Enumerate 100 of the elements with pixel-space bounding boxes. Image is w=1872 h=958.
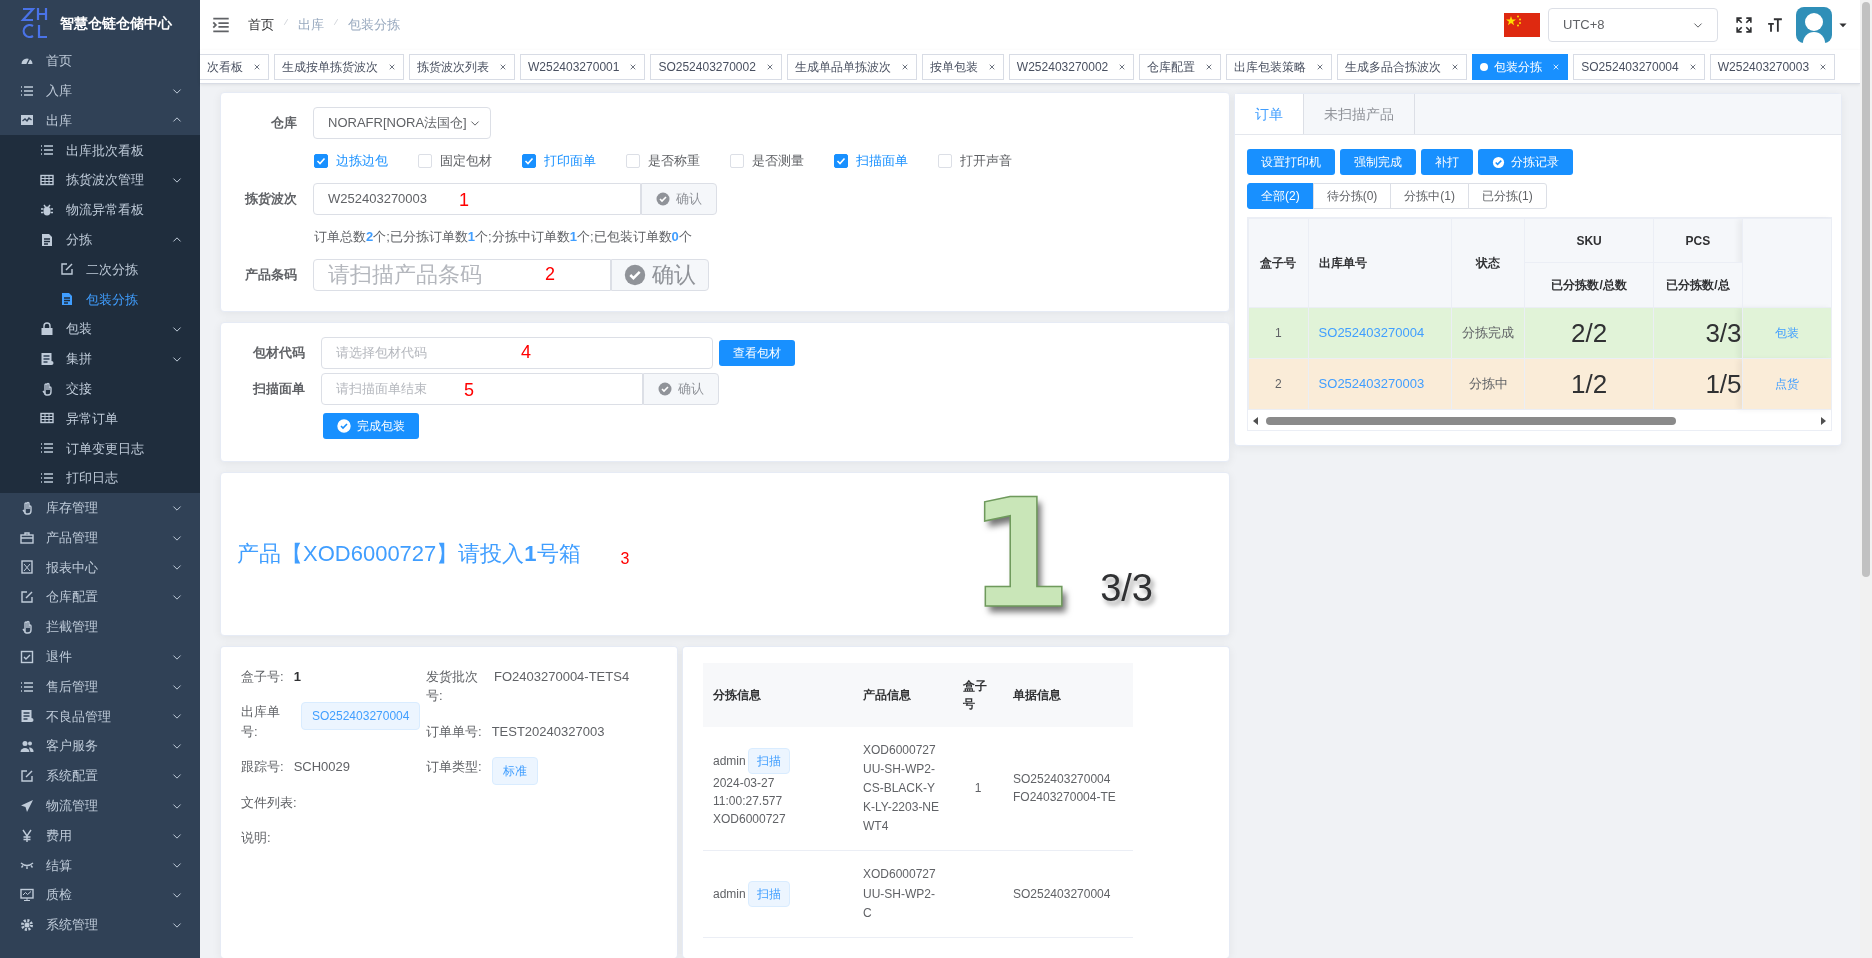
filter-tab[interactable]: 分拣中(1) bbox=[1390, 183, 1469, 209]
font-size-icon[interactable] bbox=[1766, 17, 1784, 33]
menu-item[interactable]: 仓库配置 bbox=[0, 582, 200, 613]
menu-item[interactable]: 不良品管理 bbox=[0, 701, 200, 732]
menu-item[interactable]: 包装分拣 bbox=[0, 284, 200, 315]
menu-item[interactable]: 出库批次看板 bbox=[0, 135, 200, 166]
list-icon bbox=[40, 143, 54, 158]
close-icon[interactable] bbox=[629, 62, 638, 71]
menu-item[interactable]: 费用 bbox=[0, 820, 200, 851]
product-code: XOD6000727 bbox=[863, 741, 937, 759]
logo-icon bbox=[20, 6, 50, 40]
document-icon bbox=[40, 232, 54, 247]
info-label: 说明: bbox=[241, 829, 271, 847]
timezone-select[interactable]: UTC+8 bbox=[1548, 8, 1718, 42]
menu-item[interactable]: 拦截管理 bbox=[0, 612, 200, 642]
checkbox[interactable] bbox=[522, 154, 536, 168]
close-icon[interactable] bbox=[1819, 62, 1828, 71]
fullscreen-icon[interactable] bbox=[1736, 17, 1752, 33]
close-icon[interactable] bbox=[1118, 62, 1127, 71]
chevron-icon bbox=[172, 711, 182, 722]
checkbox-label[interactable]: 是否测量 bbox=[752, 151, 804, 171]
menu-item[interactable]: 质检 bbox=[0, 880, 200, 911]
breadcrumb-item[interactable]: 首页 bbox=[248, 15, 274, 35]
close-icon[interactable] bbox=[253, 62, 261, 71]
tab[interactable]: SO252403270004 bbox=[1573, 53, 1705, 80]
close-icon[interactable] bbox=[499, 62, 507, 71]
info-value: SCH0029 bbox=[293, 758, 350, 776]
menu-item[interactable]: 产品管理 bbox=[0, 522, 200, 553]
tab[interactable]: 出库包装策略 bbox=[1226, 53, 1333, 80]
document-number: SO252403270004 bbox=[1013, 771, 1112, 789]
menu-item[interactable]: 客户服务 bbox=[0, 731, 200, 762]
menu-item[interactable]: 报表中心 bbox=[0, 552, 200, 583]
filter-tab[interactable]: 已分拣(1) bbox=[1468, 183, 1547, 209]
menu-item[interactable]: 分拣 bbox=[0, 224, 200, 255]
action-tag: 扫描 bbox=[747, 881, 790, 908]
menu-item[interactable]: 异常订单 bbox=[0, 403, 200, 434]
checkbox[interactable] bbox=[834, 154, 848, 168]
close-icon[interactable] bbox=[1205, 62, 1214, 71]
menu-item[interactable]: 出库 bbox=[0, 105, 200, 136]
checkbox-label[interactable]: 打开声音 bbox=[960, 151, 1012, 171]
table-cell: 分拣中 bbox=[1451, 358, 1525, 410]
tab[interactable]: 生成按单拣货波次 bbox=[274, 53, 404, 80]
tab[interactable]: 次看板 bbox=[200, 53, 269, 80]
close-icon[interactable] bbox=[765, 62, 774, 71]
checkbox-label[interactable]: 打印面单 bbox=[544, 151, 596, 171]
menu-item[interactable]: 打印日志 bbox=[0, 463, 200, 493]
checkbox-label[interactable]: 边拣边包 bbox=[336, 151, 388, 171]
edit-icon bbox=[20, 590, 34, 605]
menu-item[interactable]: 首页 bbox=[0, 46, 200, 76]
filter-tab[interactable]: 待分拣(0) bbox=[1312, 183, 1392, 209]
close-icon[interactable] bbox=[1552, 62, 1561, 71]
close-icon[interactable] bbox=[1451, 62, 1460, 71]
menu-icon[interactable] bbox=[212, 16, 230, 34]
field-label: 包材代码 bbox=[252, 343, 306, 362]
close-icon[interactable] bbox=[1316, 62, 1325, 71]
menu-item[interactable]: 退件 bbox=[0, 641, 200, 672]
chevron-icon bbox=[172, 771, 182, 781]
menu-item[interactable]: 二次分拣 bbox=[0, 254, 200, 285]
close-icon[interactable] bbox=[900, 62, 909, 71]
tab[interactable]: W252403270003 bbox=[1709, 53, 1836, 80]
menu-item[interactable]: 物流异常看板 bbox=[0, 195, 200, 225]
flag-icon[interactable] bbox=[1504, 13, 1540, 37]
menu-item[interactable]: 入库 bbox=[0, 75, 200, 106]
menu-item[interactable]: 库存管理 bbox=[0, 492, 200, 523]
info-value: FO2403270004-TETS4 bbox=[494, 667, 630, 686]
briefcase-icon bbox=[20, 530, 34, 545]
tab[interactable]: 拣货波次列表 bbox=[409, 53, 515, 80]
menu-item[interactable]: 系统管理 bbox=[0, 910, 200, 940]
close-icon[interactable] bbox=[1688, 62, 1697, 71]
tab[interactable]: W252403270001 bbox=[520, 53, 646, 80]
chevron-icon bbox=[172, 920, 182, 930]
checkbox-label[interactable]: 是否称重 bbox=[648, 151, 700, 171]
menu-item[interactable]: 售后管理 bbox=[0, 671, 200, 702]
tab[interactable]: SO252403270002 bbox=[650, 53, 782, 80]
menu-item[interactable]: 拣货波次管理 bbox=[0, 165, 200, 195]
tab[interactable]: 生成多品合拣波次 bbox=[1337, 53, 1468, 80]
info-label: 文件列表: bbox=[241, 793, 297, 812]
tab[interactable]: 仓库配置 bbox=[1139, 53, 1222, 80]
column-header: 产品信息 bbox=[853, 662, 953, 727]
edit-icon bbox=[20, 769, 34, 783]
menu-item[interactable]: 物流管理 bbox=[0, 790, 200, 821]
menu-item[interactable]: 系统配置 bbox=[0, 761, 200, 791]
tab[interactable]: W252403270002 bbox=[1008, 53, 1135, 80]
menu-item[interactable]: 交接 bbox=[0, 373, 200, 404]
close-icon[interactable] bbox=[987, 62, 996, 71]
close-icon[interactable] bbox=[388, 62, 396, 71]
menu-item[interactable]: 包装 bbox=[0, 314, 200, 344]
scrollbar-thumb[interactable] bbox=[1862, 2, 1870, 577]
menu-item[interactable]: 集拼 bbox=[0, 343, 200, 374]
warehouse-select[interactable]: NORAFR[NORA法国仓] bbox=[313, 107, 491, 139]
checkbox-label[interactable]: 固定包材 bbox=[440, 151, 492, 171]
checkbox-label[interactable]: 扫描面单 bbox=[856, 151, 908, 171]
info-label: 盒子号: bbox=[241, 667, 284, 686]
tab[interactable]: 生成单品单拣波次 bbox=[786, 53, 917, 80]
checkbox[interactable] bbox=[314, 154, 328, 168]
menu-item[interactable]: 结算 bbox=[0, 850, 200, 881]
avatar[interactable] bbox=[1796, 7, 1832, 43]
tab[interactable]: 按单包装 bbox=[921, 53, 1004, 80]
menu-item[interactable]: 订单变更日志 bbox=[0, 433, 200, 464]
table-cell: 分拣完成 bbox=[1451, 307, 1525, 359]
